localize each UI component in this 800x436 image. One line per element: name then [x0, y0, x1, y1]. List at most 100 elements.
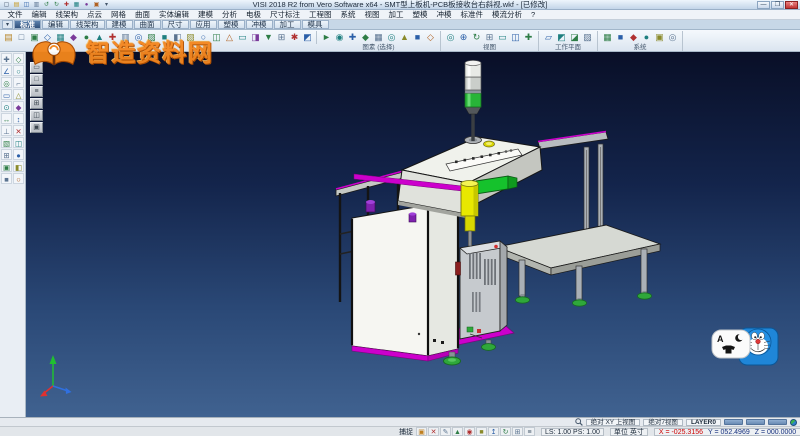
ribbon-icon[interactable]: ◎ — [385, 31, 398, 44]
snap-toggle-icon[interactable]: ✕ — [428, 427, 439, 436]
menu-item[interactable]: 分析 — [218, 9, 242, 20]
globe-icon[interactable] — [790, 419, 797, 426]
left-toolbar-icon[interactable]: ⊞ — [1, 149, 12, 160]
ribbon-icon[interactable]: ⊞ — [275, 31, 288, 44]
ribbon-icon[interactable]: ○ — [197, 31, 210, 44]
left-toolbar-icon[interactable]: △ — [13, 89, 24, 100]
ribbon-icon[interactable]: ✚ — [522, 31, 535, 44]
quick-access-icon[interactable]: ▣ — [92, 1, 101, 9]
ribbon-icon[interactable]: ◨ — [249, 31, 262, 44]
ribbon-icon[interactable]: ◆ — [359, 31, 372, 44]
left-toolbar-icon[interactable]: ✚ — [1, 53, 12, 64]
left-toolbar-icon[interactable]: ◫ — [13, 137, 24, 148]
quick-access-icon[interactable]: ● — [82, 1, 91, 9]
ribbon-icon[interactable]: ▨ — [145, 31, 158, 44]
left-toolbar-icon[interactable]: ↔ — [1, 113, 12, 124]
left-toolbar-icon[interactable]: ○ — [13, 173, 24, 184]
ribbon-icon[interactable]: ◧ — [171, 31, 184, 44]
ribbon-icon[interactable]: ▤ — [2, 31, 15, 44]
ribbon-icon[interactable]: ◫ — [210, 31, 223, 44]
ribbon-icon[interactable]: ⊞ — [483, 31, 496, 44]
snap-toggle-icon[interactable]: ↥ — [488, 427, 499, 436]
ribbon-icon[interactable]: ✚ — [346, 31, 359, 44]
left-toolbar-icon[interactable]: ↕ — [13, 113, 24, 124]
ribbon-icon[interactable]: ▼ — [262, 31, 275, 44]
left-toolbar-icon[interactable]: ▣ — [1, 161, 12, 172]
ribbon-icon[interactable]: ↻ — [470, 31, 483, 44]
menu-item[interactable]: 模流分析 — [488, 9, 527, 20]
ribbon-icon[interactable]: ◩ — [555, 31, 568, 44]
quick-access-icon[interactable]: ▤ — [12, 1, 21, 9]
snap-toggle-icon[interactable]: ◉ — [464, 427, 475, 436]
menu-item[interactable]: 标准件 — [456, 9, 488, 20]
ribbon-icon[interactable]: ◉ — [333, 31, 346, 44]
ribbon-icon[interactable]: ▭ — [496, 31, 509, 44]
snap-toggle-icon[interactable]: ≡ — [524, 427, 535, 436]
ribbon-icon[interactable]: ◎ — [444, 31, 457, 44]
quick-access-icon[interactable]: ▾ — [102, 1, 111, 9]
quick-access-icon[interactable]: ▢ — [2, 1, 11, 9]
ribbon-icon[interactable]: ▭ — [236, 31, 249, 44]
snap-toggle-icon[interactable]: ↻ — [500, 427, 511, 436]
ribbon-icon[interactable]: ▣ — [28, 31, 41, 44]
ribbon-icon[interactable]: ▣ — [653, 31, 666, 44]
ribbon-icon[interactable]: ◇ — [424, 31, 437, 44]
maximize-button[interactable]: ❐ — [771, 1, 784, 9]
viewport-3d[interactable]: ▭□≡⊞◫▣ — [26, 52, 800, 417]
toolbar-tab[interactable]: 编辑 — [42, 20, 69, 29]
ribbon-icon[interactable]: ◇ — [41, 31, 54, 44]
quick-access-icon[interactable]: ◫ — [22, 1, 31, 9]
left-toolbar-icon[interactable]: ⌐ — [13, 77, 24, 88]
menu-item[interactable]: 线架构 — [51, 9, 83, 20]
quick-access-icon[interactable]: ↺ — [42, 1, 51, 9]
toolbar-tab[interactable]: 塑模 — [218, 20, 245, 29]
menu-item[interactable]: 文件 — [3, 9, 27, 20]
ribbon-icon[interactable]: ◫ — [509, 31, 522, 44]
toolbar-tab[interactable]: 模具 — [302, 20, 329, 29]
left-toolbar-icon[interactable]: ◆ — [13, 101, 24, 112]
ribbon-icon[interactable]: □ — [15, 31, 28, 44]
toolbar-tab[interactable]: 线架构 — [70, 20, 105, 29]
ribbon-icon[interactable]: ✱ — [288, 31, 301, 44]
close-button[interactable]: ✕ — [785, 1, 798, 9]
snap-toggle-icon[interactable]: ■ — [476, 427, 487, 436]
menu-item[interactable]: 工程图 — [305, 9, 337, 20]
ribbon-icon[interactable]: ● — [80, 31, 93, 44]
ribbon-icon[interactable]: ▦ — [54, 31, 67, 44]
menu-item[interactable]: 尺寸标注 — [266, 9, 305, 20]
quick-access-icon[interactable]: ▦ — [72, 1, 81, 9]
toolbar-tab[interactable]: 标准 — [14, 20, 41, 29]
menu-item[interactable]: 建模 — [194, 9, 218, 20]
ribbon-icon[interactable]: ▨ — [581, 31, 594, 44]
menu-item[interactable]: 加工 — [384, 9, 408, 20]
left-toolbar-icon[interactable]: ▭ — [1, 89, 12, 100]
ribbon-icon[interactable]: ✚ — [106, 31, 119, 44]
view-indicator[interactable]: 绝对7视图 — [643, 419, 683, 426]
menu-item[interactable]: 塑模 — [408, 9, 432, 20]
ribbon-icon[interactable]: ▦ — [372, 31, 385, 44]
left-toolbar-icon[interactable]: ○ — [13, 65, 24, 76]
scale-indicator[interactable]: LS: 1.00 PS: 1.00 — [541, 428, 604, 436]
ribbon-icon[interactable]: ◎ — [666, 31, 679, 44]
left-toolbar-icon[interactable]: ■ — [1, 173, 12, 184]
menu-item[interactable]: 编辑 — [27, 9, 51, 20]
left-toolbar-icon[interactable]: ● — [13, 149, 24, 160]
left-toolbar-icon[interactable]: ▧ — [1, 137, 12, 148]
snap-toggle-icon[interactable]: ▣ — [416, 427, 427, 436]
toolbar-tab[interactable]: 冲模 — [246, 20, 273, 29]
menu-item[interactable]: 系统 — [336, 9, 360, 20]
minimize-button[interactable]: — — [757, 1, 770, 9]
ribbon-icon[interactable]: △ — [223, 31, 236, 44]
left-toolbar-icon[interactable]: ⊥ — [1, 125, 12, 136]
ribbon-icon[interactable]: ▧ — [184, 31, 197, 44]
ribbon-icon[interactable]: ▲ — [93, 31, 106, 44]
left-toolbar-icon[interactable]: ∠ — [1, 65, 12, 76]
ribbon-icon[interactable]: ⊕ — [457, 31, 470, 44]
menu-item[interactable]: 点云 — [83, 9, 107, 20]
chevron-down-icon[interactable]: ▾ — [2, 20, 13, 29]
ribbon-icon[interactable]: ■ — [411, 31, 424, 44]
ribbon-icon[interactable]: ▱ — [542, 31, 555, 44]
menu-item[interactable]: 网格 — [107, 9, 131, 20]
quick-access-icon[interactable]: ✚ — [62, 1, 71, 9]
units-indicator[interactable]: 单位 英寸 — [610, 428, 648, 436]
